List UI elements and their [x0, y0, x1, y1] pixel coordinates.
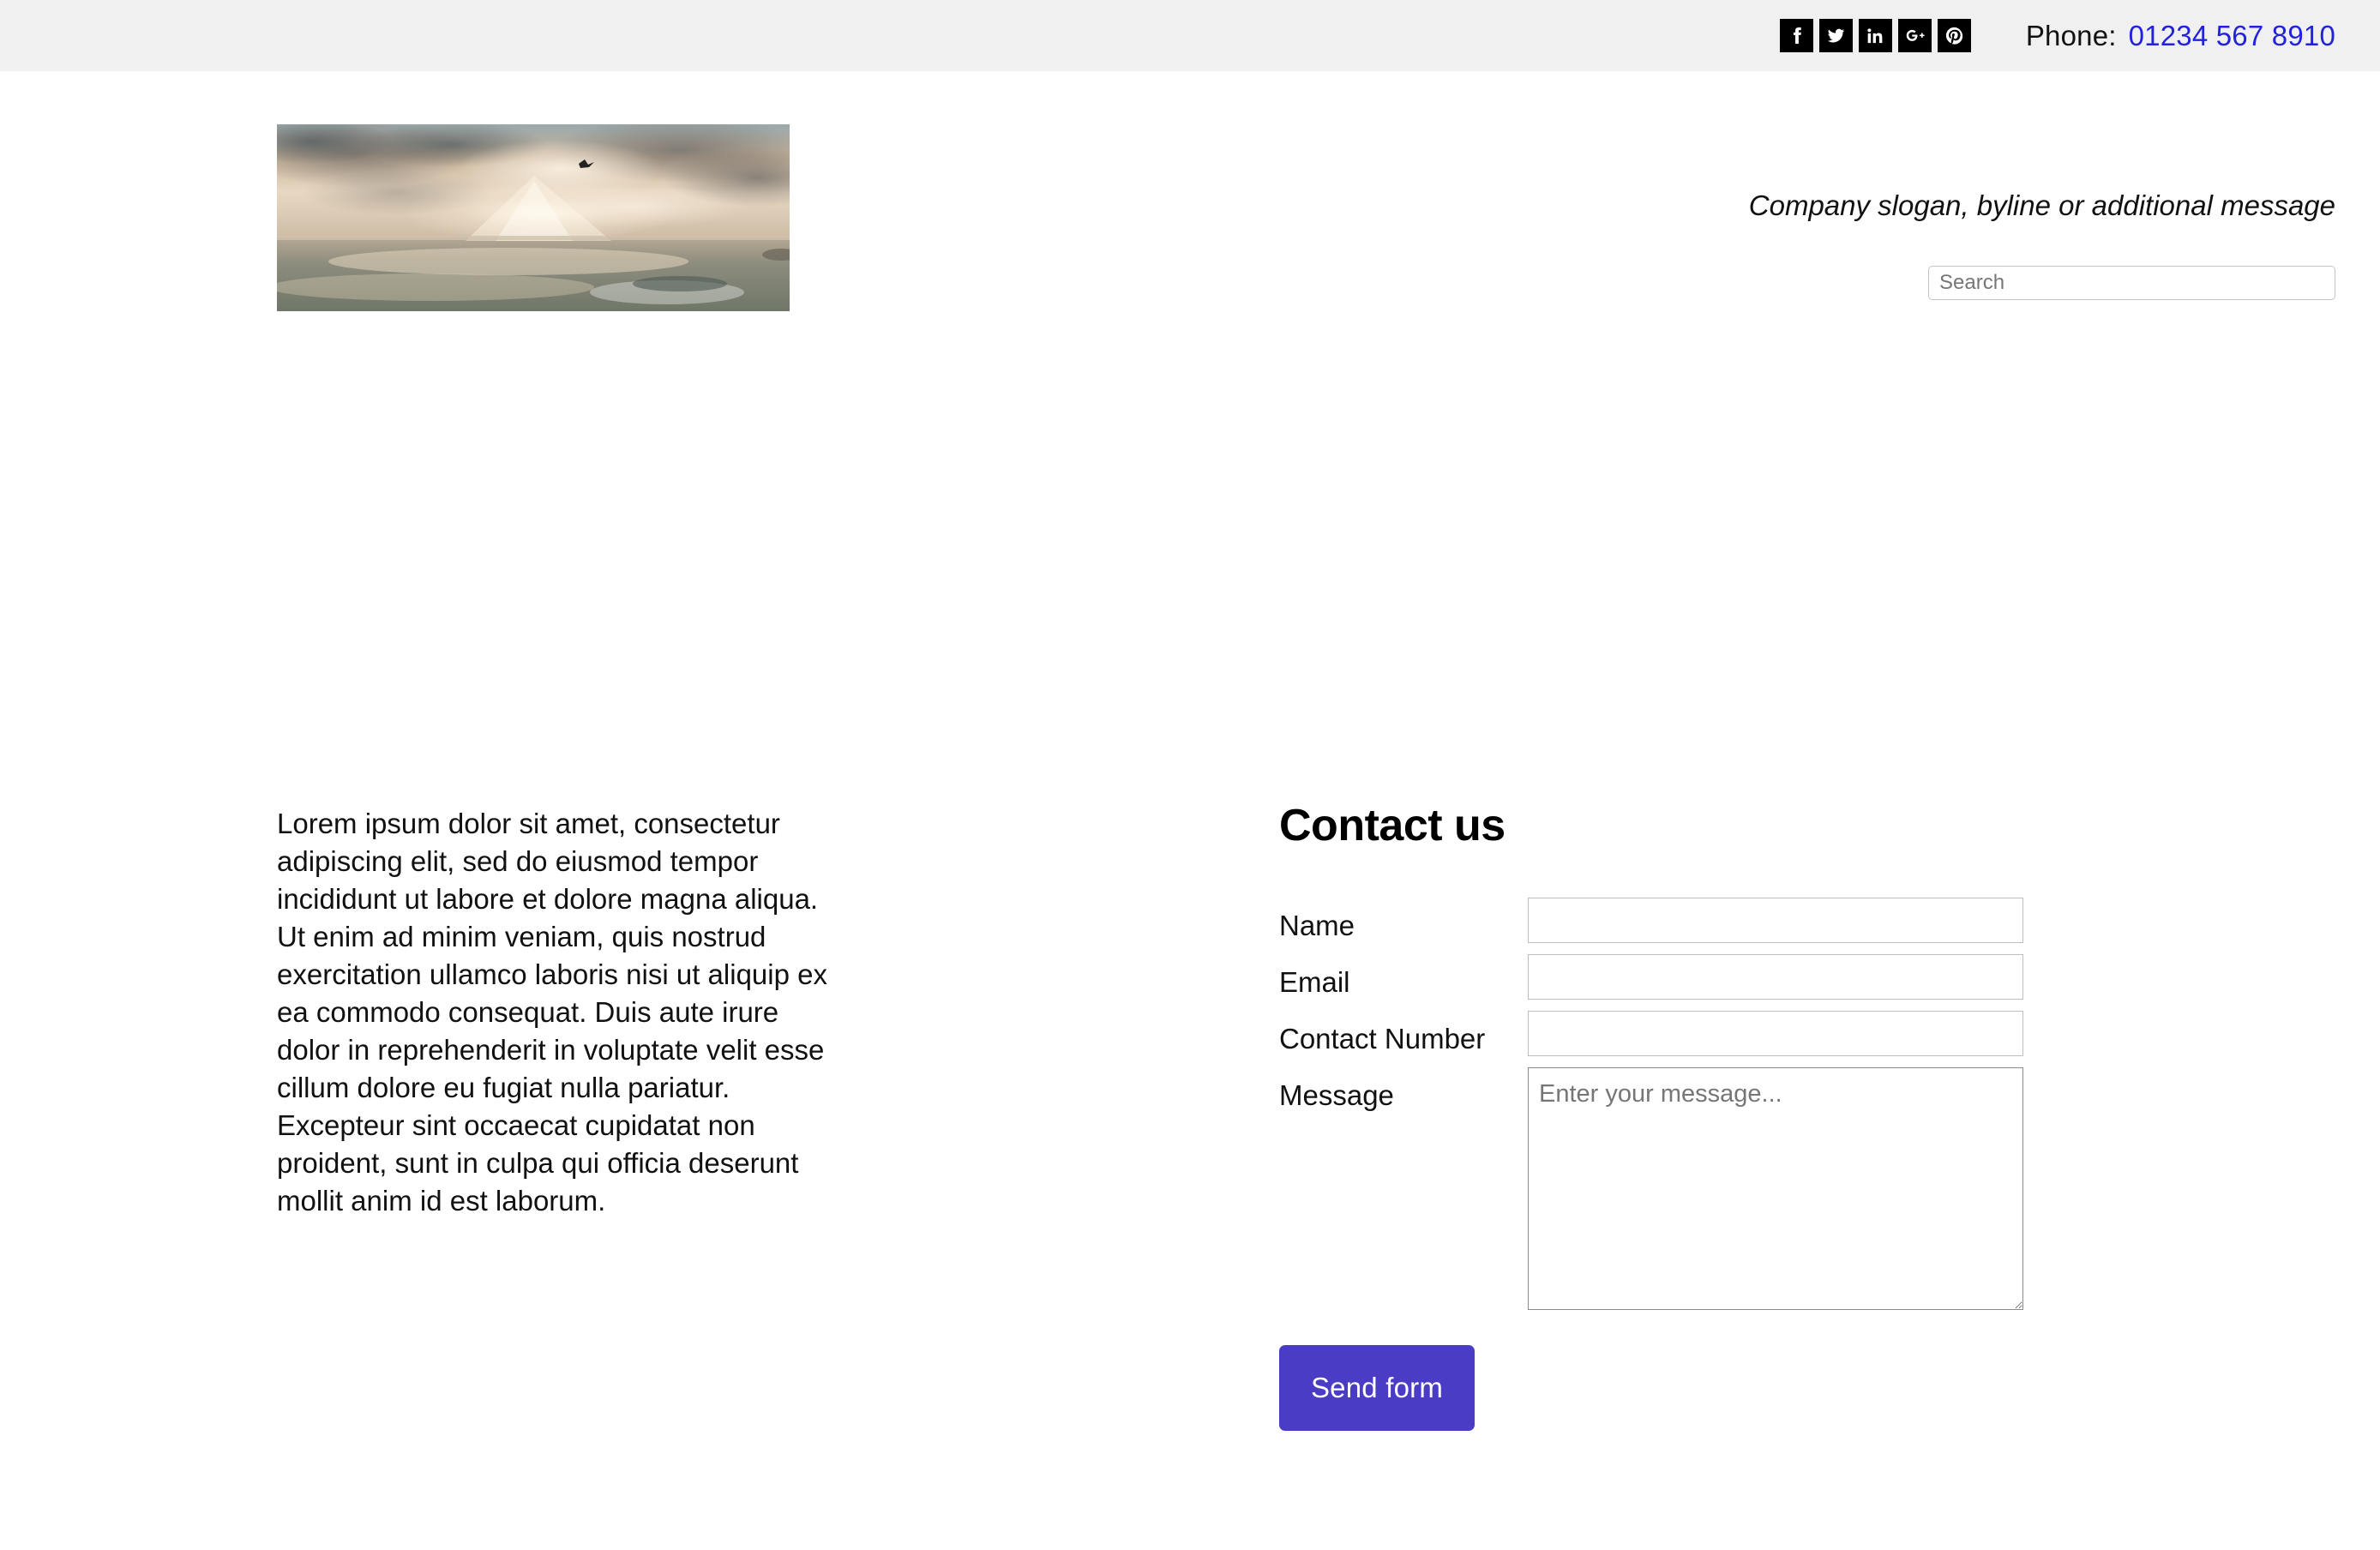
top-bar: Phone: 01234 567 8910: [0, 0, 2380, 71]
contact-number-field[interactable]: [1528, 1011, 2023, 1056]
email-label: Email: [1279, 966, 1350, 998]
send-form-button[interactable]: Send form: [1279, 1345, 1475, 1431]
page-title: Contact us: [1279, 801, 1506, 850]
form-row-contact-number: Contact Number: [1279, 1011, 2222, 1056]
form-row-email: Email: [1279, 954, 2222, 1000]
phone-block: Phone: 01234 567 8910: [2026, 20, 2335, 52]
pinterest-icon[interactable]: [1937, 19, 1971, 52]
company-slogan: Company slogan, byline or additional mes…: [1748, 189, 2335, 221]
site-header: Company slogan, byline or additional mes…: [0, 71, 2380, 337]
form-row-message: Message: [1279, 1067, 2222, 1310]
message-field[interactable]: [1528, 1067, 2023, 1310]
contact-number-label: Contact Number: [1279, 1023, 1486, 1054]
facebook-icon[interactable]: [1779, 19, 1813, 52]
name-label: Name: [1279, 910, 1355, 941]
logo-banner-image[interactable]: [277, 124, 790, 311]
linkedin-icon[interactable]: [1858, 19, 1892, 52]
name-field[interactable]: [1528, 898, 2023, 943]
message-label: Message: [1279, 1079, 1394, 1111]
contact-form-panel: Contact us Name Email Contact Number Mes…: [1279, 800, 2222, 1431]
googleplus-icon[interactable]: [1897, 19, 1932, 52]
intro-paragraph: Lorem ipsum dolor sit amet, consectetur …: [277, 808, 827, 1217]
phone-label: Phone:: [2025, 19, 2117, 51]
top-social-links: [1779, 19, 1971, 52]
main-content: Lorem ipsum dolor sit amet, consectetur …: [0, 337, 2380, 1431]
email-field[interactable]: [1528, 954, 2023, 1000]
phone-number-link[interactable]: 01234 567 8910: [2129, 20, 2335, 52]
twitter-icon[interactable]: [1818, 19, 1853, 52]
search-box: [1928, 266, 2335, 300]
form-row-name: Name: [1279, 898, 2222, 943]
search-input[interactable]: [1928, 266, 2335, 300]
